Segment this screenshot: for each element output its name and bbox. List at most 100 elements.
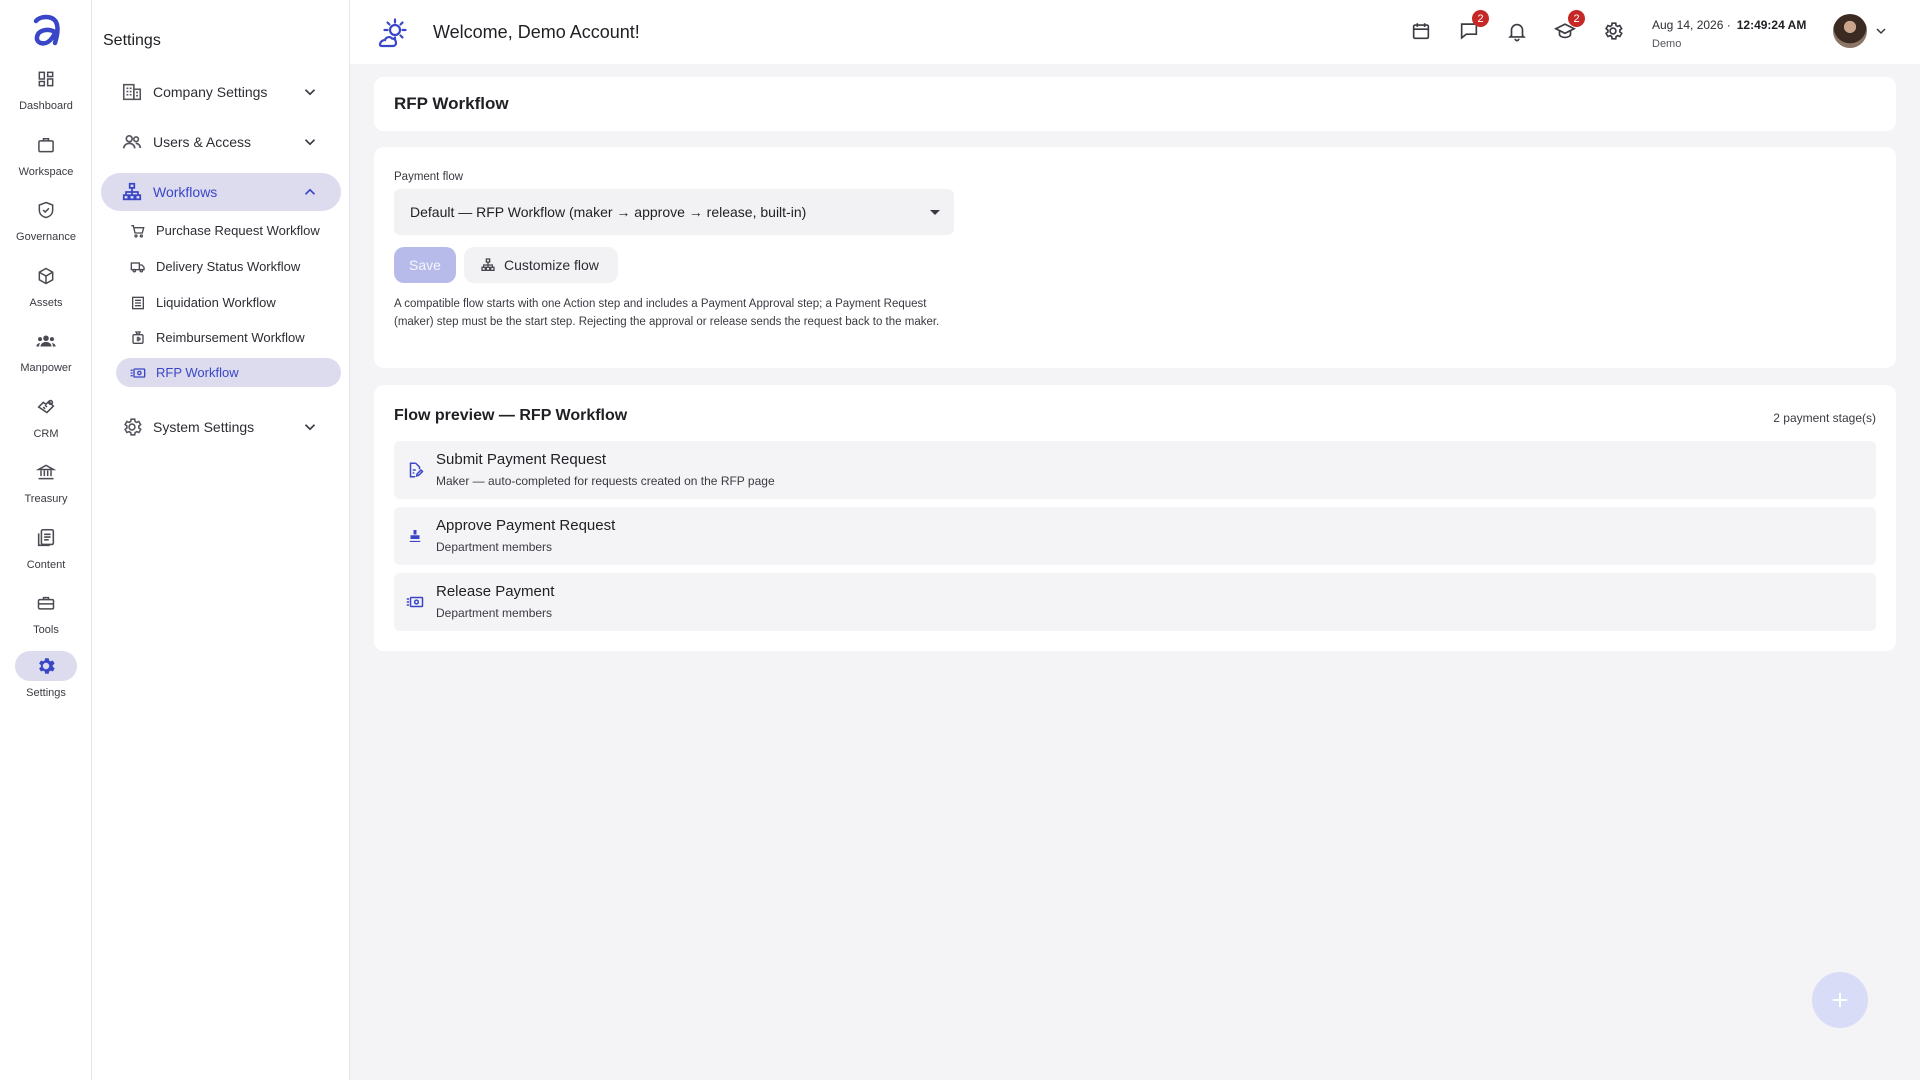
sidebar-item-purchase-request-workflow[interactable]: Purchase Request Workflow: [116, 216, 341, 245]
building-icon: [121, 81, 143, 103]
shield-check-icon: [31, 195, 61, 225]
flow-step-subtitle: Department members: [436, 540, 553, 554]
users-icon: [121, 131, 143, 153]
save-button[interactable]: Save: [394, 247, 456, 283]
welcome-message: Welcome, Demo Account!: [433, 22, 640, 42]
stamp-icon: [406, 527, 424, 545]
cash-icon: [130, 365, 146, 381]
sidebar-item-reimbursement-workflow[interactable]: Reimbursement Workflow: [116, 323, 341, 352]
customize-flow-button[interactable]: Customize flow: [464, 247, 618, 283]
payment-flow-select[interactable]: Default — RFP Workflow (maker → approve …: [394, 189, 954, 235]
user-name: Demo: [1652, 38, 1682, 50]
group-workflows[interactable]: Workflows: [101, 173, 341, 211]
rail-label: Workspace: [18, 166, 74, 178]
rail-label: Settings: [26, 687, 66, 699]
rail-item-content[interactable]: Content: [0, 523, 92, 583]
rail-label: Treasury: [24, 493, 68, 505]
box-icon: [31, 261, 61, 291]
customize-flow-label: Customize flow: [504, 257, 599, 273]
rail-item-settings[interactable]: Settings: [0, 651, 92, 711]
rail-item-dashboard[interactable]: Dashboard: [0, 64, 92, 124]
stage-count: 2 payment stage(s): [1773, 411, 1876, 425]
rail-item-manpower[interactable]: Manpower: [0, 326, 92, 386]
group-label: Users & Access: [153, 134, 252, 150]
flow-step: Approve Payment Request Department membe…: [394, 507, 1876, 565]
payment-flow-value: Default — RFP Workflow (maker → approve …: [410, 204, 807, 220]
rail-item-workspace[interactable]: Workspace: [0, 130, 92, 190]
documents-icon: [31, 523, 61, 553]
payment-flow-label: Payment flow: [394, 171, 464, 183]
group-company-settings[interactable]: Company Settings: [101, 73, 341, 111]
rail-label: Tools: [33, 624, 59, 636]
sidebar-item-label: Liquidation Workflow: [156, 295, 276, 310]
add-fab-button[interactable]: [1812, 972, 1868, 1028]
dashboard-icon: [31, 64, 61, 94]
rail-item-tools[interactable]: Tools: [0, 588, 92, 648]
group-label: System Settings: [153, 419, 255, 435]
flow-step: Submit Payment Request Maker — auto-comp…: [394, 441, 1876, 499]
messages-badge: 2: [1472, 10, 1489, 27]
gear-icon[interactable]: [1602, 20, 1624, 42]
time-text: 12:49:24 AM: [1736, 18, 1807, 32]
rail-item-treasury[interactable]: Treasury: [0, 457, 92, 517]
money-bag-icon: [130, 330, 146, 346]
group-label: Workflows: [153, 184, 218, 200]
rail-item-assets[interactable]: Assets: [0, 261, 92, 321]
flow-preview-title: Flow preview — RFP Workflow: [394, 407, 628, 424]
chevron-down-icon: [301, 133, 319, 151]
caret-down-icon: [930, 209, 940, 215]
people-icon: [31, 326, 61, 356]
date-text: Aug 14, 2026 ·: [1652, 18, 1731, 32]
toolbox-icon: [31, 588, 61, 618]
chevron-down-icon: [301, 418, 319, 436]
rail-label: Content: [26, 559, 66, 571]
sidebar-item-delivery-status-workflow[interactable]: Delivery Status Workflow: [116, 252, 341, 281]
hierarchy-icon: [121, 181, 143, 203]
flow-step-title: Approve Payment Request: [436, 517, 616, 534]
page-title: RFP Workflow: [394, 94, 509, 113]
bell-icon[interactable]: [1506, 20, 1528, 42]
page-title-card: RFP Workflow: [374, 77, 1896, 131]
group-users-access[interactable]: Users & Access: [101, 123, 341, 161]
list-icon: [130, 295, 146, 311]
group-system-settings[interactable]: System Settings: [101, 408, 341, 446]
top-header: Welcome, Demo Account! 2 2 Aug 14, 2026 …: [350, 0, 1920, 64]
sidebar-item-label: Reimbursement Workflow: [156, 330, 305, 345]
briefcase-icon: [31, 130, 61, 160]
calendar-icon[interactable]: [1410, 20, 1432, 42]
flow-step-title: Submit Payment Request: [436, 451, 607, 468]
sidebar-item-label: Purchase Request Workflow: [156, 223, 320, 238]
chevron-down-icon: [301, 83, 319, 101]
flow-step: Release Payment Department members: [394, 573, 1876, 631]
avatar[interactable]: [1833, 14, 1867, 48]
panel-title: Settings: [103, 32, 161, 49]
bank-icon: [31, 457, 61, 487]
sun-cloud-icon: [376, 18, 410, 50]
gear-icon: [121, 416, 143, 438]
rail-label: Dashboard: [19, 100, 73, 112]
app-logo-icon[interactable]: [26, 10, 66, 50]
sidebar-item-label: Delivery Status Workflow: [156, 259, 301, 274]
settings-panel: Settings Company Settings Users & Access…: [92, 0, 350, 1080]
chevron-down-icon[interactable]: [1873, 23, 1889, 39]
flow-step-subtitle: Department members: [436, 606, 553, 620]
rail-item-crm[interactable]: CRM: [0, 392, 92, 452]
group-label: Company Settings: [153, 84, 268, 100]
chevron-up-icon: [301, 183, 319, 201]
rail-label: CRM: [33, 428, 59, 440]
rail-label: Manpower: [20, 362, 72, 374]
cart-icon: [130, 223, 146, 239]
cash-icon: [406, 593, 424, 611]
training-badge: 2: [1568, 10, 1585, 27]
app-rail: Dashboard Workspace Governance Assets Ma…: [0, 0, 92, 1080]
datetime-display: Aug 14, 2026 · 12:49:24 AM Demo: [1652, 16, 1806, 50]
edit-document-icon: [406, 461, 424, 479]
rail-label: Assets: [29, 297, 63, 309]
rail-label: Governance: [16, 231, 76, 243]
help-text: A compatible flow starts with one Action…: [394, 298, 940, 328]
plus-icon: [1829, 989, 1851, 1011]
rail-item-governance[interactable]: Governance: [0, 195, 92, 255]
gear-icon: [15, 651, 77, 681]
sidebar-item-rfp-workflow[interactable]: RFP Workflow: [116, 358, 341, 387]
sidebar-item-liquidation-workflow[interactable]: Liquidation Workflow: [116, 288, 341, 317]
